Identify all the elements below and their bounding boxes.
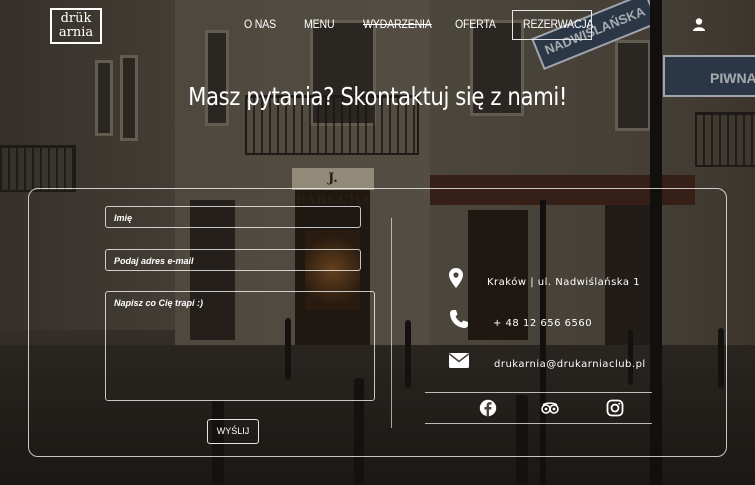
user-icon[interactable]: [692, 17, 706, 31]
email-text[interactable]: drukarnia@drukarniaclub.pl: [494, 359, 646, 370]
envelope-icon: [449, 353, 469, 368]
nav-item-o-nas[interactable]: O NAS: [244, 17, 276, 31]
submit-button[interactable]: WYŚLIJ: [207, 419, 259, 444]
phone-icon: [450, 310, 468, 328]
page-title: Masz pytania? Skontaktuj się z nami!: [188, 82, 567, 111]
nav-item-oferta[interactable]: OFERTA: [455, 17, 496, 31]
divider: [425, 392, 652, 393]
tripadvisor-icon[interactable]: [541, 399, 559, 417]
message-field[interactable]: Napisz co Cię trapi :): [105, 291, 375, 401]
panel-divider: [391, 218, 392, 428]
instagram-icon[interactable]: [606, 399, 624, 417]
phone-text: + 48 12 656 6560: [493, 318, 593, 329]
email-field[interactable]: Podaj adres e-mail: [105, 249, 361, 271]
reservation-button[interactable]: [512, 10, 592, 40]
divider: [425, 423, 652, 424]
name-field[interactable]: Imię: [105, 206, 361, 228]
main-nav: O NAS MENU WYDARZENIA OFERTA REZERWACJA: [0, 17, 755, 35]
nav-item-menu[interactable]: MENU: [304, 17, 335, 31]
facebook-icon[interactable]: [479, 399, 497, 417]
map-marker-icon: [449, 268, 463, 288]
address-text: Kraków | ul. Nadwiślańska 1: [487, 277, 641, 288]
nav-item-wydarzenia[interactable]: WYDARZENIA: [363, 17, 432, 31]
